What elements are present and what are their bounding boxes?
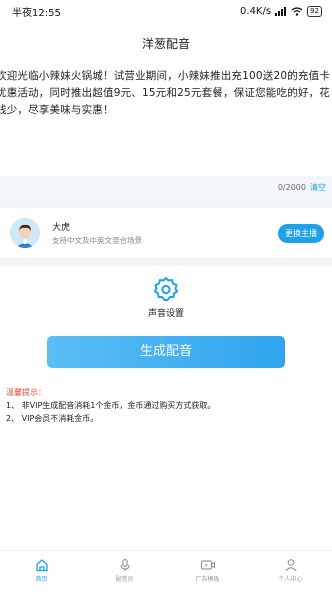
voice-description: 支持中文及中英文混合场景 [52, 236, 142, 245]
microphone-icon [119, 558, 130, 571]
status-bar: 半夜12:55 0.4K/s 92 [0, 0, 332, 22]
voice-name: 大虎 [52, 223, 71, 233]
avatar [10, 218, 40, 248]
section-divider [0, 258, 332, 266]
voice-info: 大虎 支持中文及中英文混合场景 [52, 220, 278, 246]
page-title: 洋葱配音 [141, 37, 190, 51]
tips-section: 温馨提示： 1、 非VIP生成配音消耗1个金币，金币通过购买方式获取。 2、 V… [6, 386, 326, 425]
tab-ad-templates[interactable]: 广告模板 [166, 551, 249, 590]
tips-line-1: 1、 非VIP生成配音消耗1个金币，金币通过购买方式获取。 [6, 401, 216, 410]
tab-voice-actors[interactable]: 配音员 [83, 551, 166, 590]
section-divider [0, 198, 332, 208]
tab-home[interactable]: 首页 [0, 551, 83, 590]
voice-selector: 大虎 支持中文及中英文混合场景 更换主播 [0, 208, 332, 258]
clear-button[interactable]: 清空 [310, 182, 326, 193]
voice-settings[interactable]: 声音设置 [0, 276, 332, 326]
generate-button[interactable]: 生成配音 [47, 336, 285, 368]
tips-title: 温馨提示： [6, 388, 46, 397]
video-icon [200, 560, 215, 570]
counter-bar: 0/2000 清空 [0, 176, 332, 198]
tab-profile[interactable]: 个人中心 [249, 551, 332, 590]
tab-label: 个人中心 [278, 576, 303, 583]
status-indicators: 0.4K/s 92 [240, 5, 322, 17]
voice-settings-label: 声音设置 [147, 309, 184, 319]
person-icon [284, 559, 297, 572]
text-editor[interactable]: 欢迎光临小辣妹火锅城！试营业期间，小辣妹推出充100送20的充值卡优惠活动，同时… [0, 64, 332, 176]
home-icon [35, 559, 48, 572]
tab-bar: 首页 配音员 广告模板 个人中心 [0, 550, 332, 590]
char-counter: 0/2000 [277, 182, 306, 192]
tab-label: 首页 [35, 576, 48, 583]
gear-icon[interactable] [153, 276, 179, 302]
network-speed: 0.4K/s [240, 5, 272, 17]
editor-text[interactable]: 欢迎光临小辣妹火锅城！试营业期间，小辣妹推出充100送20的充值卡优惠活动，同时… [0, 68, 332, 119]
tab-label: 配音员 [115, 576, 134, 583]
tips-line-2: 2、 VIP会员不消耗金币。 [6, 414, 99, 423]
avatar-icon [10, 218, 40, 248]
battery-icon: 92 [307, 5, 322, 17]
tab-label: 广告模板 [195, 576, 220, 583]
change-voice-button[interactable]: 更换主播 [278, 223, 324, 243]
signal-icon [275, 6, 287, 16]
status-time: 半夜12:55 [12, 7, 61, 19]
wifi-icon [291, 6, 303, 16]
